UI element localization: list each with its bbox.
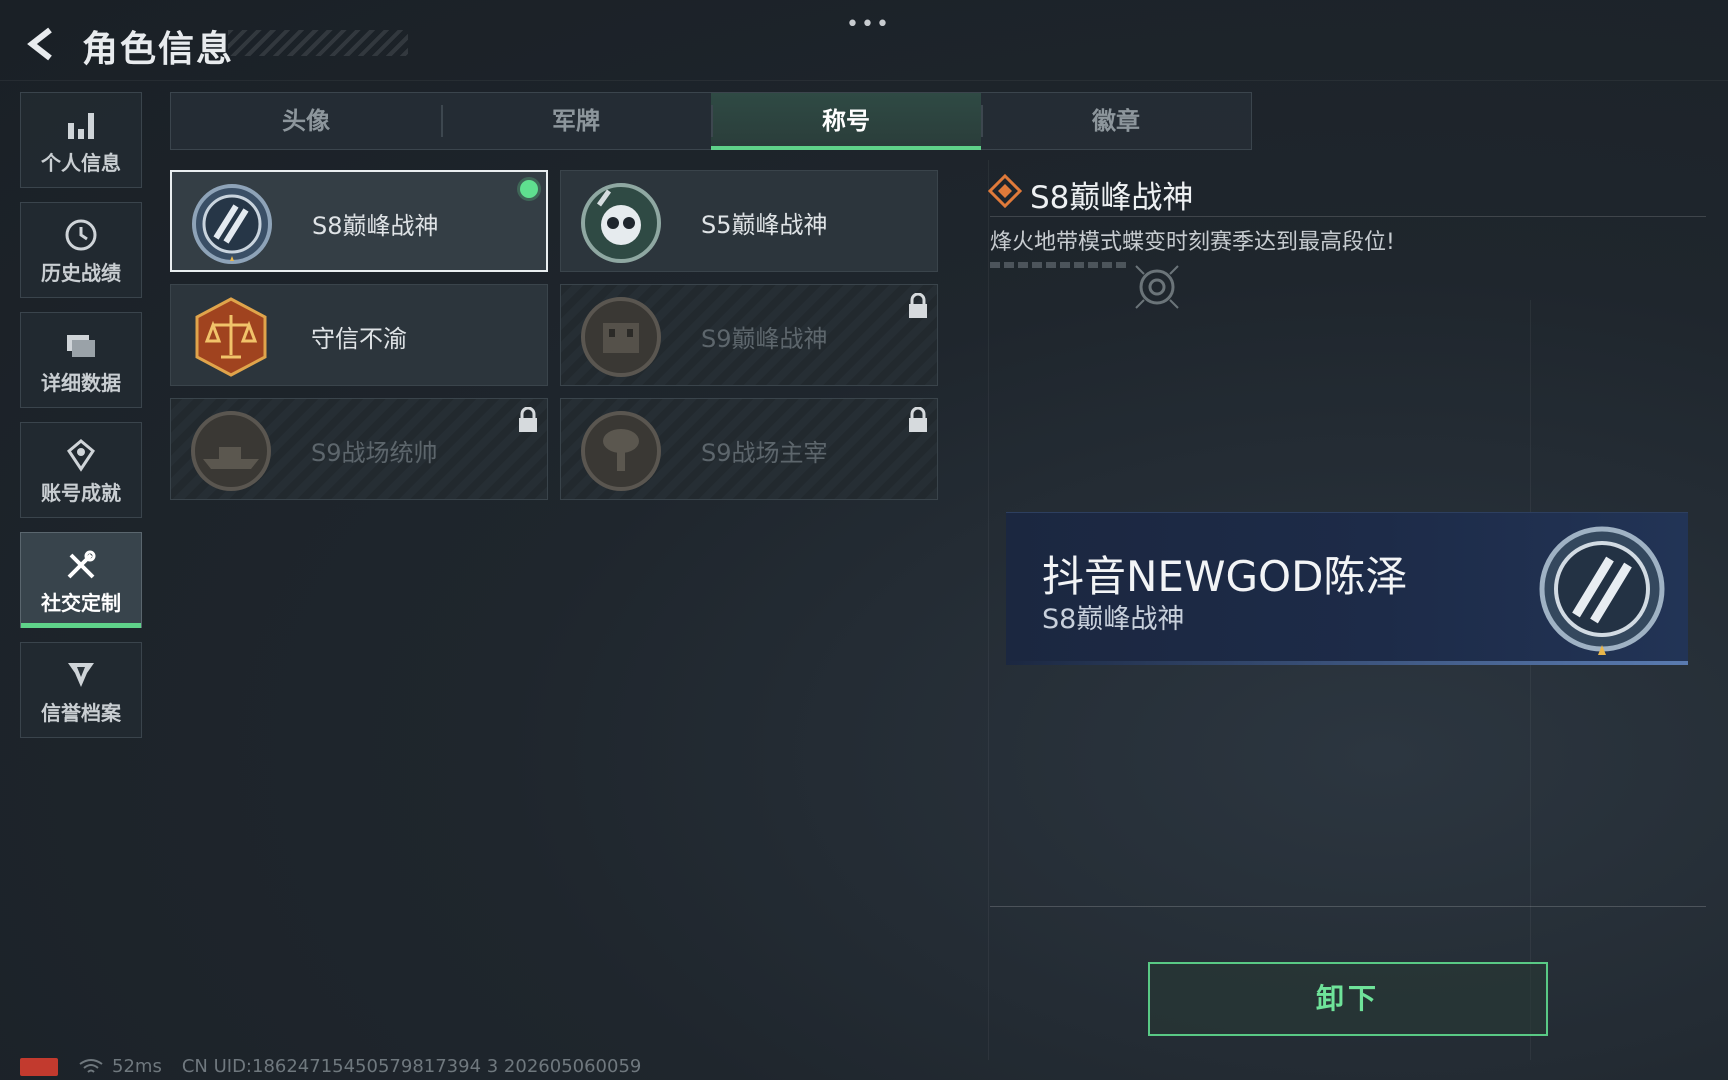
title-name: S8巅峰战神 — [312, 212, 439, 240]
building-emblem-icon — [581, 297, 661, 377]
tools-icon — [67, 550, 96, 579]
wifi-icon — [79, 1059, 103, 1073]
scales-emblem-icon — [195, 297, 267, 377]
title-card[interactable]: S9战场统帅 — [170, 398, 548, 500]
ping-value: 52ms — [112, 1056, 162, 1077]
title-name: S5巅峰战神 — [701, 211, 828, 239]
active-indicator — [21, 623, 141, 628]
clock-icon — [65, 219, 97, 251]
title-card[interactable]: S9巅峰战神 — [560, 284, 938, 386]
s8-emblem-icon — [192, 184, 272, 264]
tab-title[interactable]: 称号 — [711, 93, 981, 150]
equipped-indicator — [520, 180, 538, 198]
title-card[interactable]: S5巅峰战神 — [560, 170, 938, 272]
tab-badge[interactable]: 徽章 — [981, 93, 1251, 149]
mushroom-cloud-emblem-icon — [581, 411, 661, 491]
status-bar: 52ms CN UID:18624715450579817394 3 202605… — [20, 1056, 661, 1077]
sidebar-item-reputation[interactable]: 信誉档案 — [20, 642, 142, 738]
divider — [990, 216, 1706, 217]
nameplate-stripe — [1006, 661, 1688, 665]
player-title: S8巅峰战神 — [1042, 604, 1185, 635]
sidebar-item-label: 社交定制 — [41, 591, 121, 615]
sidebar-item-achievements[interactable]: 账号成就 — [20, 422, 142, 518]
title-name: S9战场统帅 — [311, 439, 438, 467]
title-card[interactable]: S9战场主宰 — [560, 398, 938, 500]
sidebar-item-label: 历史战绩 — [41, 261, 121, 285]
shield-badge-icon — [68, 663, 94, 687]
title-decoration — [228, 30, 408, 56]
battery-icon — [20, 1058, 58, 1076]
user-uid: CN UID:18624715450579817394 3 2026050600… — [181, 1056, 642, 1077]
skull-emblem-icon — [581, 183, 661, 263]
sidebar-item-label: 信誉档案 — [41, 701, 121, 725]
page-title: 角色信息 — [82, 29, 235, 70]
grid-line — [988, 160, 989, 1060]
player-name: 抖音NEWGOD陈泽 — [1042, 552, 1408, 601]
tab-dog-tag[interactable]: 军牌 — [441, 93, 711, 149]
lock-icon — [519, 407, 537, 432]
more-menu-icon[interactable]: ••• — [846, 12, 891, 37]
sidebar-item-label: 个人信息 — [41, 151, 121, 175]
category-tabs: 头像 军牌 称号 徽章 — [170, 92, 1252, 150]
back-arrow-icon[interactable] — [20, 24, 60, 64]
title-name: S9巅峰战神 — [701, 325, 828, 353]
unequip-button[interactable]: 卸下 — [1148, 962, 1548, 1036]
tab-avatar[interactable]: 头像 — [171, 93, 441, 149]
sidebar-item-social-custom[interactable]: 社交定制 — [20, 532, 142, 628]
sidebar-item-personal-info[interactable]: 个人信息 — [20, 92, 142, 188]
sidebar-item-label: 账号成就 — [41, 481, 121, 505]
progress-dash-decoration — [990, 262, 1126, 268]
title-name: S9战场主宰 — [701, 439, 828, 467]
folder-icon — [67, 335, 95, 357]
s8-emblem-icon — [1539, 526, 1665, 655]
sidebar-item-label: 详细数据 — [41, 371, 121, 395]
detail-description: 烽火地带模式蝶变时刻赛季达到最高段位! — [990, 230, 1395, 255]
sidebar-item-detailed-data[interactable]: 详细数据 — [20, 312, 142, 408]
nameplate-preview: 抖音NEWGOD陈泽 S8巅峰战神 — [1006, 512, 1688, 665]
divider — [990, 906, 1706, 907]
grid-line — [0, 80, 1728, 81]
achievement-icon — [67, 439, 95, 472]
title-diamond-icon — [988, 174, 1022, 208]
bar-chart-icon — [68, 113, 94, 139]
detail-title: S8巅峰战神 — [1030, 180, 1194, 216]
lock-icon — [909, 293, 927, 318]
target-icon — [1135, 265, 1179, 309]
sidebar-item-match-history[interactable]: 历史战绩 — [20, 202, 142, 298]
grid-line — [1530, 300, 1531, 1060]
title-name: 守信不渝 — [311, 325, 407, 353]
warship-emblem-icon — [191, 411, 271, 491]
lock-icon — [909, 407, 927, 432]
title-card[interactable]: S8巅峰战神 — [170, 170, 548, 272]
title-card[interactable]: 守信不渝 — [170, 284, 548, 386]
